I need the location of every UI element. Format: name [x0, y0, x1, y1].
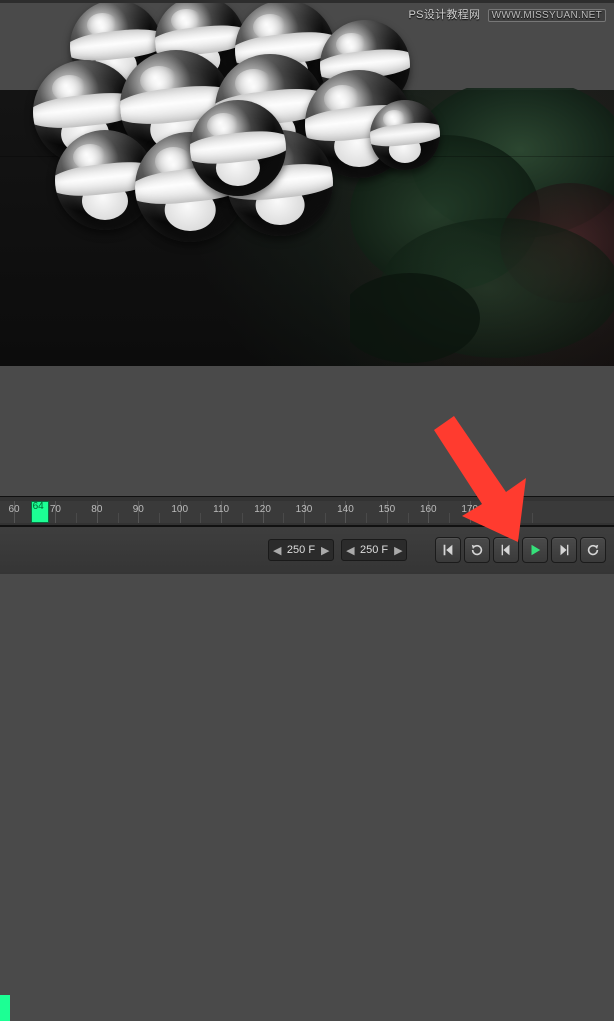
sphere-cluster[interactable]	[15, 0, 445, 240]
timeline-tick-label: 120	[254, 504, 271, 515]
timeline-minor-tick	[159, 513, 160, 523]
timeline-tick-label: 110	[213, 504, 229, 515]
timeline-minor-tick	[200, 513, 201, 523]
timeline-tick-label: 100	[171, 504, 188, 515]
timeline-minor-tick	[366, 513, 367, 523]
timeline-range-start[interactable]	[0, 995, 10, 1021]
timeline-minor-tick	[490, 513, 491, 523]
play-button[interactable]	[522, 537, 548, 563]
timeline-tick-label: 150	[379, 504, 396, 515]
panel-top-edge	[0, 0, 614, 3]
timeline-tick-label: 180	[503, 504, 520, 515]
timeline-minor-tick	[408, 513, 409, 523]
frame-end-decrement[interactable]: ◀	[346, 544, 354, 557]
timeline-playhead[interactable]: 64	[31, 501, 49, 523]
frame-current-field[interactable]: ◀ 250 F ▶	[268, 539, 334, 561]
timeline-minor-tick	[242, 513, 243, 523]
frame-current-value[interactable]: 250 F	[281, 544, 321, 556]
playback-buttons	[435, 537, 606, 563]
timeline-minor-tick	[325, 513, 326, 523]
watermark-site: WWW.MISSYUAN.NET	[488, 9, 606, 22]
timeline-tick-label: 60	[8, 504, 19, 515]
timeline-tick-label: 140	[337, 504, 354, 515]
timeline-ruler[interactable]: 60 70 80 90 100 110 120 130 140 150 160 170 180 64	[0, 501, 614, 523]
loop-button[interactable]	[464, 537, 490, 563]
watermark-text: PS设计教程网	[409, 9, 481, 21]
timeline-minor-tick	[283, 513, 284, 523]
timeline-tick-label: 170	[461, 504, 478, 515]
frame-current-increment[interactable]: ▶	[321, 544, 329, 557]
timeline-minor-tick	[449, 513, 450, 523]
timeline-tick-label: 90	[133, 504, 144, 515]
timeline-tick-label: 80	[91, 504, 102, 515]
timeline-tick-label: 130	[296, 504, 313, 515]
prev-key-button[interactable]	[493, 537, 519, 563]
frame-fields: ◀ 250 F ▶ ◀ 250 F ▶	[268, 527, 411, 561]
timeline-minor-tick	[76, 513, 77, 523]
watermark: PS设计教程网 WWW.MISSYUAN.NET	[409, 6, 607, 22]
timeline-tick-label: 160	[420, 504, 437, 515]
go-end-button[interactable]	[580, 537, 606, 563]
go-start-button[interactable]	[435, 537, 461, 563]
transport-bar: ◀ 250 F ▶ ◀ 250 F ▶	[0, 526, 614, 574]
frame-end-value[interactable]: 250 F	[354, 544, 394, 556]
frame-end-field[interactable]: ◀ 250 F ▶	[341, 539, 407, 561]
timeline-minor-tick	[118, 513, 119, 523]
frame-current-decrement[interactable]: ◀	[273, 544, 281, 557]
viewport-3d[interactable]: PS设计教程网 WWW.MISSYUAN.NET	[0, 0, 614, 496]
next-key-button[interactable]	[551, 537, 577, 563]
timeline-tick-label: 70	[50, 504, 61, 515]
frame-end-increment[interactable]: ▶	[394, 544, 402, 557]
timeline[interactable]: 60 70 80 90 100 110 120 130 140 150 160 170 180 64	[0, 496, 614, 526]
timeline-minor-tick	[532, 513, 533, 523]
